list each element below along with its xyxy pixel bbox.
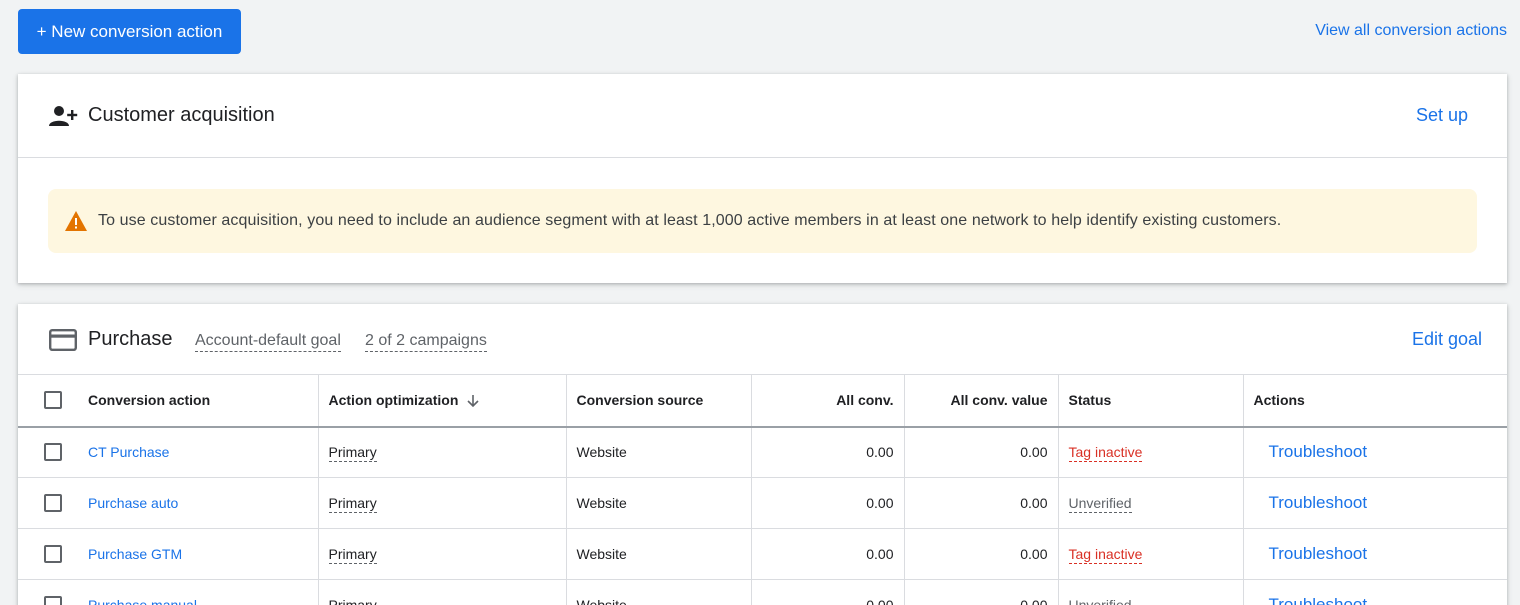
conversion-source-value: Website — [565, 477, 751, 529]
person-add-icon — [49, 106, 78, 126]
view-all-conversion-actions-link[interactable]: View all conversion actions — [1315, 22, 1507, 40]
select-all-checkbox[interactable] — [44, 391, 62, 410]
new-conversion-action-button[interactable]: + New conversion action — [18, 9, 241, 54]
all-conv-value: 0.00 — [750, 426, 904, 478]
customer-acquisition-card: Customer acquisition Set up To use custo… — [18, 74, 1507, 283]
conversion-source-value: Website — [565, 426, 751, 478]
action-optimization-value[interactable]: Primary — [328, 444, 377, 463]
credit-card-icon — [49, 329, 77, 351]
column-header-all-conv[interactable]: All conv. — [750, 374, 904, 428]
conversion-source-value: Website — [565, 579, 751, 605]
status-badge[interactable]: Unverified — [1068, 495, 1132, 513]
column-header-conversion-source[interactable]: Conversion source — [565, 374, 751, 428]
table-row: Purchase GTM Primary Website 0.00 0.00 T… — [18, 528, 1507, 580]
customer-acquisition-title: Customer acquisition — [88, 104, 275, 126]
column-header-conversion-action[interactable]: Conversion action — [78, 374, 318, 428]
customer-acquisition-header: Customer acquisition Set up — [18, 74, 1507, 158]
action-optimization-value[interactable]: Primary — [328, 546, 377, 564]
conversion-source-value: Website — [565, 528, 751, 580]
warning-icon — [65, 211, 87, 231]
purchase-title: Purchase — [88, 328, 173, 350]
row-checkbox[interactable] — [44, 494, 62, 513]
row-checkbox[interactable] — [44, 545, 62, 564]
all-conv-value: 0.00 — [750, 528, 904, 580]
column-header-action-optimization[interactable]: Action optimization — [317, 374, 566, 428]
action-optimization-value[interactable]: Primary — [328, 597, 377, 605]
column-header-actions: Actions — [1242, 374, 1507, 428]
conversion-action-link[interactable]: Purchase auto — [88, 495, 178, 511]
conversion-action-link[interactable]: CT Purchase — [88, 444, 169, 460]
column-header-all-conv-value[interactable]: All conv. value — [903, 374, 1058, 428]
table-row: Purchase auto Primary Website 0.00 0.00 … — [18, 477, 1507, 529]
purchase-goal-card: Purchase Account-default goal 2 of 2 cam… — [18, 304, 1507, 605]
troubleshoot-link[interactable]: Troubleshoot — [1254, 442, 1368, 461]
troubleshoot-link[interactable]: Troubleshoot — [1254, 493, 1368, 512]
all-conv-value: 0.00 — [750, 477, 904, 529]
row-checkbox[interactable] — [44, 596, 62, 605]
warning-banner: To use customer acquisition, you need to… — [48, 189, 1477, 253]
top-toolbar: + New conversion action View all convers… — [0, 0, 1520, 74]
troubleshoot-link[interactable]: Troubleshoot — [1254, 595, 1368, 605]
all-conv-value-amount: 0.00 — [903, 579, 1058, 605]
conversion-actions-table: Conversion action Action optimization Co… — [18, 374, 1507, 605]
conversion-action-link[interactable]: Purchase manual — [88, 597, 197, 605]
table-row: CT Purchase Primary Website 0.00 0.00 Ta… — [18, 426, 1507, 478]
troubleshoot-link[interactable]: Troubleshoot — [1254, 544, 1368, 563]
table-row: Purchase manual Primary Website 0.00 0.0… — [18, 579, 1507, 605]
all-conv-value-amount: 0.00 — [903, 477, 1058, 529]
conversion-action-link[interactable]: Purchase GTM — [88, 546, 182, 562]
all-conv-value-amount: 0.00 — [903, 426, 1058, 478]
action-optimization-value[interactable]: Primary — [328, 495, 377, 513]
table-header-row: Conversion action Action optimization Co… — [18, 374, 1507, 428]
purchase-header: Purchase Account-default goal 2 of 2 cam… — [18, 304, 1507, 374]
set-up-link[interactable]: Set up — [1416, 105, 1468, 126]
status-badge[interactable]: Tag inactive — [1068, 546, 1143, 564]
all-conv-value-amount: 0.00 — [903, 528, 1058, 580]
all-conv-value: 0.00 — [750, 579, 904, 605]
campaigns-chip[interactable]: 2 of 2 campaigns — [365, 332, 487, 352]
status-badge[interactable]: Unverified — [1068, 597, 1132, 605]
arrow-down-icon — [467, 395, 479, 408]
column-header-status[interactable]: Status — [1057, 374, 1243, 428]
account-default-goal-chip[interactable]: Account-default goal — [195, 332, 341, 352]
warning-text: To use customer acquisition, you need to… — [98, 212, 1282, 229]
row-checkbox[interactable] — [44, 443, 62, 462]
column-header-label: Action optimization — [328, 392, 459, 409]
edit-goal-link[interactable]: Edit goal — [1412, 329, 1482, 350]
status-badge[interactable]: Tag inactive — [1068, 444, 1143, 463]
